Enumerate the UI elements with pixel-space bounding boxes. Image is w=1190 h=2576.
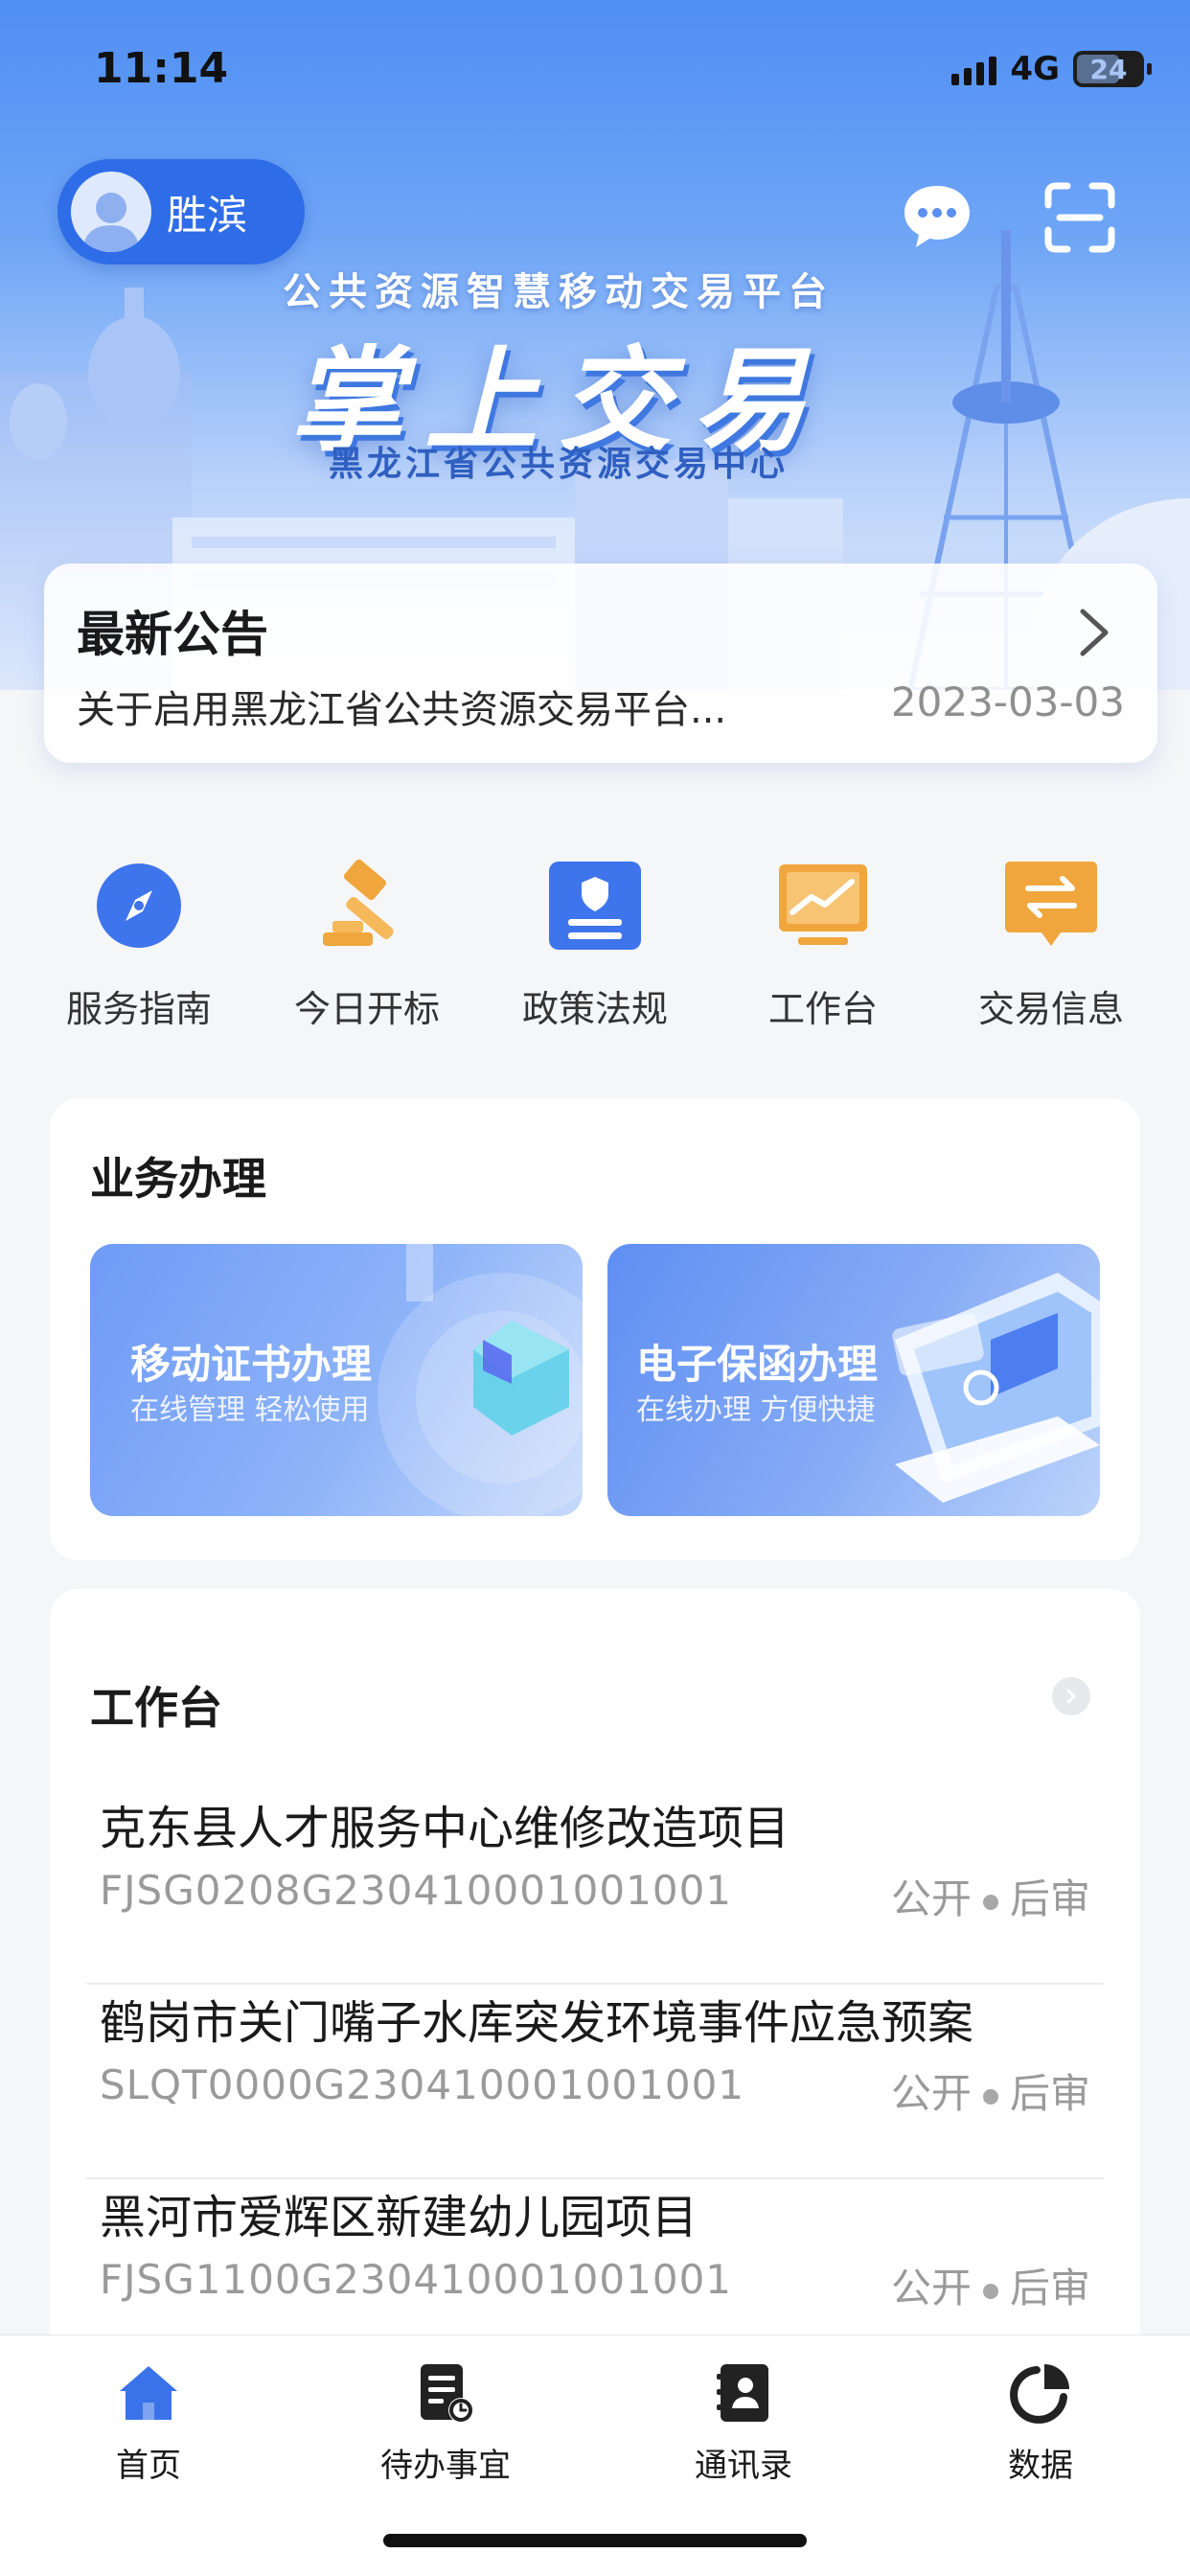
latest-notice-card[interactable]: 最新公告 关于启用黑龙江省公共资源交易平台... 2023-03-03 <box>44 564 1157 763</box>
policy-badge-icon <box>549 862 641 950</box>
scan-icon[interactable] <box>1044 182 1115 253</box>
pie-chart-icon <box>1010 2364 1069 2424</box>
quick-item-trade-info[interactable]: 交易信息 <box>941 853 1161 1045</box>
user-name: 胜滨 <box>167 191 248 239</box>
project-code: FJSG1100G230410001001001 <box>100 2256 733 2303</box>
section-title: 业务办理 <box>90 1153 266 1205</box>
quick-item-today-bid-opening[interactable]: 今日开标 <box>257 853 477 1045</box>
hero-organization: 黑龙江省公共资源交易中心 <box>328 445 789 484</box>
todo-doc-icon <box>421 2364 473 2423</box>
project-tags: 公开 后审 <box>891 2061 1090 2120</box>
chevron-right-icon <box>1066 1689 1076 1704</box>
project-code: FJSG0208G230410001001001 <box>100 1867 733 1914</box>
list-item[interactable]: 克东县人才服务中心维修改造项目 FJSG0208G230410001001001… <box>86 1790 1104 1985</box>
project-code: SLQT0000G230410001001001 <box>100 2061 745 2108</box>
notice-title: 最新公告 <box>77 607 268 662</box>
tag-public: 公开 <box>890 2070 972 2117</box>
tab-todo[interactable]: 待办事宜 <box>350 2360 541 2486</box>
tab-label: 数据 <box>1008 2447 1073 2485</box>
home-icon <box>120 2366 177 2420</box>
business-section: 业务办理 移动证书办理 在线管理 轻松使用 电子保函办理 在线办理 方便快捷 <box>50 1098 1140 1560</box>
quick-item-policy-regulations[interactable]: 政策法规 <box>485 853 705 1045</box>
cellular-signal-icon <box>951 53 997 85</box>
workbench-more-button[interactable] <box>1052 1677 1090 1715</box>
quick-label: 交易信息 <box>977 988 1124 1030</box>
mobile-certificate-tile[interactable]: 移动证书办理 在线管理 轻松使用 <box>90 1244 583 1516</box>
avatar <box>71 172 151 252</box>
project-title: 鹤岗市关门嘴子水库突发环境事件应急预案 <box>100 1996 974 2050</box>
chart-board-icon <box>779 864 867 945</box>
e-guarantee-tile[interactable]: 电子保函办理 在线办理 方便快捷 <box>607 1244 1100 1516</box>
tab-home[interactable]: 首页 <box>53 2360 244 2486</box>
network-type: 4G <box>1010 50 1060 88</box>
status-bar: 11:14 4G 24 <box>0 0 1190 134</box>
tag-review: 后审 <box>1009 2265 1090 2312</box>
battery-level: 24 <box>1089 53 1128 85</box>
compass-icon <box>97 863 181 948</box>
quick-label: 服务指南 <box>65 988 212 1030</box>
tile-title: 电子保函办理 <box>636 1341 879 1388</box>
project-title: 黑河市爱辉区新建幼儿园项目 <box>100 2191 698 2244</box>
list-item[interactable]: 鹤岗市关门嘴子水库突发环境事件应急预案 SLQT0000G23041000100… <box>86 1985 1104 2179</box>
workbench-list: 克东县人才服务中心维修改造项目 FJSG0208G230410001001001… <box>86 1790 1104 2374</box>
tile-title: 移动证书办理 <box>130 1341 373 1388</box>
message-icon[interactable] <box>901 180 973 253</box>
tag-public: 公开 <box>890 1875 972 1922</box>
tag-review: 后审 <box>1009 2070 1090 2117</box>
quick-label: 今日开标 <box>293 988 440 1030</box>
tile-subtitle: 在线办理 方便快捷 <box>636 1393 876 1427</box>
section-title: 工作台 <box>90 1682 222 1734</box>
notice-text: 关于启用黑龙江省公共资源交易平台... <box>77 688 727 732</box>
battery-icon: 24 <box>1073 51 1152 87</box>
project-title: 克东县人才服务中心维修改造项目 <box>100 1802 790 1855</box>
tag-review: 后审 <box>1009 1875 1090 1922</box>
home-indicator <box>383 2534 807 2547</box>
tag-public: 公开 <box>890 2265 972 2312</box>
gavel-icon <box>323 859 394 946</box>
tab-contacts[interactable]: 通讯录 <box>648 2360 839 2486</box>
tab-label: 通讯录 <box>695 2447 792 2485</box>
tile-subtitle: 在线管理 轻松使用 <box>130 1393 370 1427</box>
quick-actions: 服务指南 今日开标 政策法规 工作台 交易信息 <box>29 853 1161 1045</box>
quick-label: 工作台 <box>767 988 878 1030</box>
exchange-icon <box>1005 862 1097 946</box>
quick-label: 政策法规 <box>521 988 668 1030</box>
user-profile-button[interactable]: 胜滨 <box>57 159 305 264</box>
contacts-icon <box>717 2364 768 2422</box>
tab-data[interactable]: 数据 <box>945 2360 1136 2486</box>
notice-date: 2023-03-03 <box>890 678 1125 725</box>
chevron-right-icon <box>1080 609 1109 656</box>
quick-item-workbench[interactable]: 工作台 <box>713 853 933 1045</box>
quick-item-service-guide[interactable]: 服务指南 <box>29 853 249 1045</box>
project-tags: 公开 后审 <box>891 1867 1090 1925</box>
status-time: 11:14 <box>94 44 229 93</box>
tab-label: 待办事宜 <box>380 2447 511 2485</box>
person-icon <box>82 193 140 252</box>
tab-label: 首页 <box>116 2447 181 2485</box>
project-tags: 公开 后审 <box>891 2256 1090 2314</box>
